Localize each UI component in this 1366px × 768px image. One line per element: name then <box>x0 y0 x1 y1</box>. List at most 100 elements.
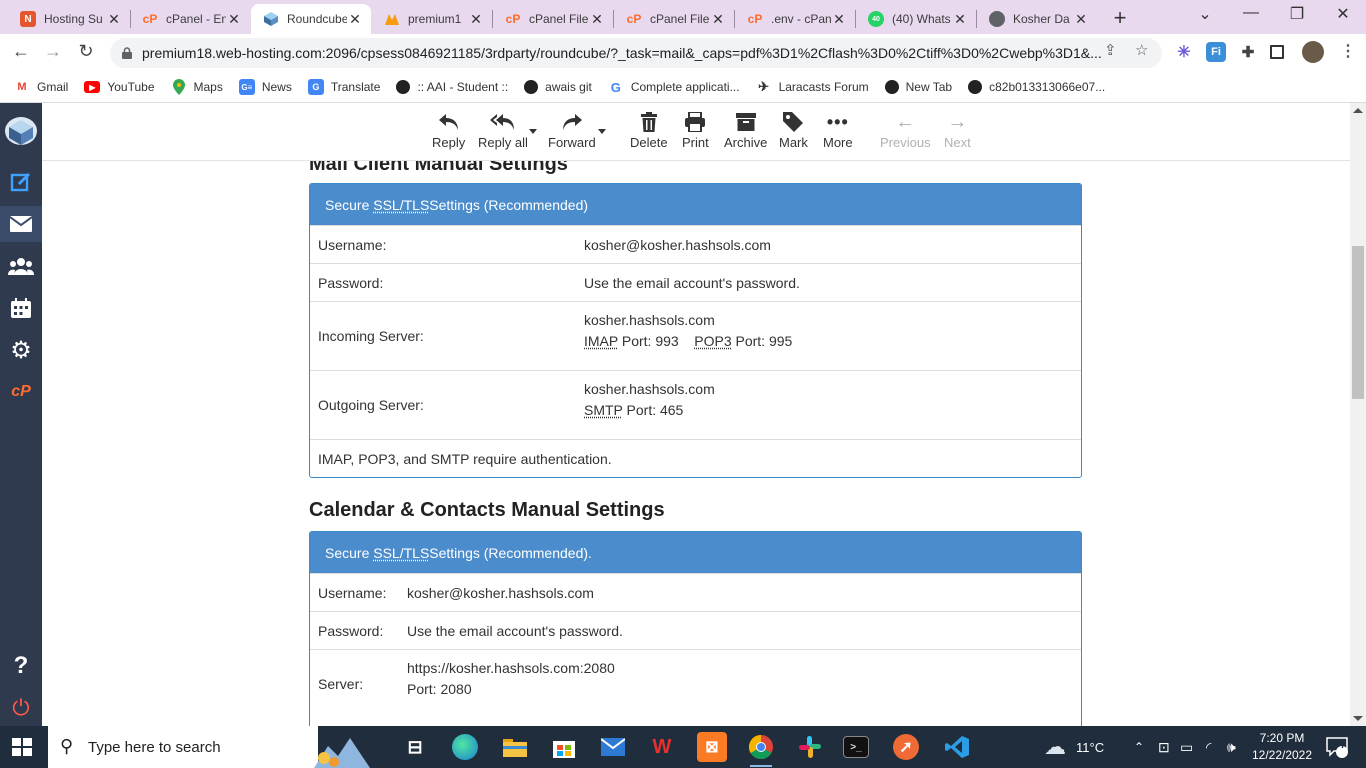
extension-icon[interactable]: ✳ <box>1174 42 1194 62</box>
tab-roundcube[interactable]: Roundcube ✕ <box>251 4 371 34</box>
cpanel-icon[interactable]: cP <box>0 374 42 410</box>
tab-search-icon[interactable]: ⌄ <box>1190 4 1220 24</box>
chrome-icon[interactable] <box>746 732 776 762</box>
scrollbar-thumb[interactable] <box>1352 246 1364 399</box>
restore-button[interactable]: ❐ <box>1282 4 1312 24</box>
xampp-icon[interactable]: ⊠ <box>697 732 727 762</box>
notification-center-icon[interactable]: 7 <box>1326 726 1348 768</box>
contacts-icon[interactable] <box>0 248 42 284</box>
tab-env-cpanel[interactable]: cP .env - cPan ✕ <box>735 4 855 34</box>
tray-device-icon[interactable]: ⊡ <box>1158 726 1170 768</box>
forward-dropdown-caret[interactable] <box>598 129 606 134</box>
help-icon[interactable]: ? <box>0 648 42 684</box>
next-button[interactable]: → Next <box>944 109 971 150</box>
vscode-icon[interactable] <box>942 732 972 762</box>
mark-button[interactable]: Mark <box>779 109 808 150</box>
close-icon[interactable]: ✕ <box>952 11 968 28</box>
puzzle-icon[interactable]: ✚ <box>1238 42 1258 62</box>
back-icon[interactable]: ← <box>8 41 34 65</box>
browser-tab-strip: N Hosting Su ✕ cP cPanel - En ✕ Roundcub… <box>0 0 1366 34</box>
bookmark-translate[interactable]: G Translate <box>308 79 381 95</box>
close-icon[interactable]: ✕ <box>226 11 242 28</box>
tab-hosting[interactable]: N Hosting Su ✕ <box>8 4 130 34</box>
print-button[interactable]: Print <box>682 109 709 150</box>
bookmark-complete-application[interactable]: G Complete applicati... <box>608 79 740 95</box>
reply-all-label: Reply all <box>478 135 528 150</box>
bookmark-star-icon[interactable]: ☆ <box>1135 41 1148 59</box>
roundcube-logo-icon[interactable] <box>0 109 42 153</box>
extension-icon[interactable]: Fi <box>1206 42 1226 62</box>
wifi-icon[interactable]: ◜ <box>1206 726 1211 768</box>
forward-button[interactable]: Forward <box>548 109 596 150</box>
scroll-down-arrow[interactable] <box>1353 716 1363 721</box>
file-explorer-icon[interactable] <box>500 732 530 762</box>
close-icon[interactable]: ✕ <box>710 11 726 28</box>
address-bar[interactable]: premium18.web-hosting.com:2096/cpsess084… <box>110 38 1162 68</box>
weather-widget[interactable]: ☁ 11°C <box>1044 726 1104 768</box>
windows-start-icon[interactable] <box>12 738 32 756</box>
previous-button[interactable]: ← Previous <box>880 109 931 150</box>
reload-icon[interactable]: ↻ <box>73 41 99 65</box>
reply-button[interactable]: Reply <box>432 109 465 150</box>
scroll-up-arrow[interactable] <box>1353 108 1363 113</box>
bookmark-c82b[interactable]: c82b013313066e07... <box>968 80 1105 94</box>
bookmark-aai-student[interactable]: :: AAI - Student :: <box>396 80 508 94</box>
laracasts-icon: ✈ <box>756 79 772 95</box>
tab-whatsapp[interactable]: 40 (40) Whats ✕ <box>856 4 976 34</box>
reply-all-dropdown-caret[interactable] <box>529 129 537 134</box>
close-icon[interactable]: ✕ <box>831 11 847 28</box>
tab-cpanel-file-2[interactable]: cP cPanel File ✕ <box>614 4 734 34</box>
minimize-button[interactable]: — <box>1236 4 1266 22</box>
bookmark-gmail[interactable]: M Gmail <box>14 79 68 95</box>
calendar-icon[interactable] <box>0 290 42 326</box>
tab-cpanel-file-1[interactable]: cP cPanel File ✕ <box>493 4 613 34</box>
cal-server-value: https://kosher.hashsols.com:2080 Port: 2… <box>407 658 615 700</box>
wps-office-icon[interactable]: W <box>647 732 677 762</box>
close-icon[interactable]: ✕ <box>1073 11 1089 28</box>
close-icon[interactable]: ✕ <box>106 11 122 28</box>
share-icon[interactable]: ⇪ <box>1104 41 1117 59</box>
taskbar-search-box[interactable]: ⚲ Type here to search <box>48 726 318 768</box>
tab-premium[interactable]: premium1 ✕ <box>372 4 492 34</box>
menu-icon[interactable]: ⋮ <box>1340 41 1356 61</box>
taskbar-clock[interactable]: 7:20 PM 12/22/2022 <box>1248 730 1316 764</box>
bookmark-youtube[interactable]: ▶ YouTube <box>84 80 154 94</box>
close-window-button[interactable]: ✕ <box>1328 4 1358 24</box>
tab-kosher[interactable]: Kosher Da ✕ <box>977 4 1097 34</box>
page-scrollbar[interactable] <box>1350 103 1366 726</box>
forward-icon[interactable]: → <box>40 41 66 65</box>
reply-label: Reply <box>432 135 465 150</box>
battery-icon[interactable]: ▭ <box>1180 726 1193 768</box>
close-icon[interactable]: ✕ <box>589 11 605 28</box>
bookmark-news[interactable]: G≡ News <box>239 79 292 95</box>
compose-icon[interactable] <box>0 164 42 200</box>
roundcube-icon <box>263 11 279 27</box>
bookmark-awais-git[interactable]: awais git <box>524 80 592 94</box>
close-icon[interactable]: ✕ <box>347 11 363 28</box>
bookmark-laracasts[interactable]: ✈ Laracasts Forum <box>756 79 869 95</box>
logout-power-icon[interactable]: ⏻ <box>0 690 42 726</box>
edge-icon[interactable] <box>452 734 478 760</box>
tab-cpanel-email[interactable]: cP cPanel - En ✕ <box>130 4 250 34</box>
archive-button[interactable]: Archive <box>724 109 767 150</box>
reply-all-button[interactable]: Reply all <box>478 109 528 150</box>
settings-gear-icon[interactable]: ⚙ <box>0 332 42 368</box>
new-tab-button[interactable]: + <box>1108 5 1132 31</box>
postman-icon[interactable]: ➚ <box>893 734 919 760</box>
delete-button[interactable]: Delete <box>630 109 668 150</box>
store-icon[interactable] <box>549 732 579 762</box>
terminal-icon[interactable]: >_ <box>843 736 869 758</box>
mail-icon[interactable] <box>0 206 42 242</box>
slack-icon[interactable] <box>795 732 825 762</box>
task-view-icon[interactable]: ⊟ <box>400 732 430 762</box>
tray-chevron-icon[interactable]: ⌃ <box>1134 726 1144 768</box>
side-panel-icon[interactable] <box>1270 45 1284 59</box>
tab-label: cPanel File <box>529 12 589 26</box>
volume-icon[interactable]: 🕪 <box>1227 726 1236 768</box>
more-button[interactable]: ••• More <box>823 109 853 150</box>
avatar[interactable] <box>1302 41 1324 63</box>
bookmark-new-tab[interactable]: New Tab <box>885 80 952 94</box>
bookmark-maps[interactable]: Maps <box>171 79 223 95</box>
close-icon[interactable]: ✕ <box>468 11 484 28</box>
mail-app-icon[interactable] <box>598 732 628 762</box>
